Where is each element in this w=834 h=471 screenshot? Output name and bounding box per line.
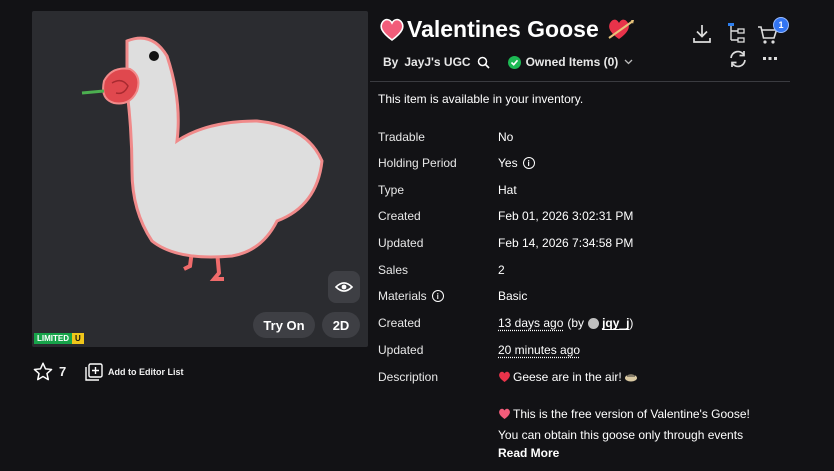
info-icon[interactable]: i <box>431 290 444 302</box>
heart-icon <box>499 371 510 382</box>
try-on-button[interactable]: Try On <box>253 312 315 338</box>
star-icon <box>33 362 53 381</box>
search-icon[interactable] <box>477 56 490 69</box>
read-more-button[interactable]: Read More <box>498 446 559 460</box>
description-line-1: Geese are in the air! <box>498 370 798 384</box>
favorite-count: 7 <box>59 364 67 379</box>
asset-updated-label: Updated <box>378 343 424 357</box>
heart-icon <box>499 408 510 419</box>
updated-value: Feb 14, 2026 7:34:58 PM <box>498 236 634 250</box>
info-icon[interactable]: i <box>522 157 535 169</box>
cart-count-badge: 1 <box>773 17 789 33</box>
eye-icon <box>335 282 353 292</box>
add-list-icon <box>85 363 103 381</box>
item-3d-viewer[interactable]: Try On 2D LIMITED U <box>32 11 368 347</box>
by-close-paren: ) <box>629 316 634 330</box>
add-to-editor-list-button[interactable]: Add to Editor List <box>85 363 184 381</box>
availability-message: This item is available in your inventory… <box>378 92 584 106</box>
type-label: Type <box>378 183 405 197</box>
created-label: Created <box>378 209 421 223</box>
type-value: Hat <box>498 183 517 197</box>
updated-label: Updated <box>378 236 424 250</box>
add-to-editor-list-label: Add to Editor List <box>108 367 184 377</box>
detail-row-asset-updated: Updated 20 minutes ago <box>378 342 580 358</box>
more-options-icon[interactable] <box>762 56 778 62</box>
detail-row-updated: Updated Feb 14, 2026 7:34:58 PM <box>378 235 633 251</box>
detail-row-description: Description <box>378 369 498 385</box>
owned-items-dropdown[interactable]: Owned Items (0) <box>507 55 634 69</box>
item-byline: By JayJ's UGC Owned Items (0) <box>383 55 633 69</box>
unique-label: U <box>72 333 84 344</box>
materials-label: Materials <box>378 289 427 303</box>
sales-value: 2 <box>498 263 505 277</box>
item-title: Valentines Goose <box>379 16 635 43</box>
description-text-3: You can obtain this goose only through e… <box>498 428 744 442</box>
view-toggle-button[interactable] <box>328 271 360 303</box>
created-value: Feb 01, 2026 3:02:31 PM <box>498 209 634 223</box>
heart-with-arrow-icon <box>608 19 634 39</box>
avatar <box>588 317 600 329</box>
2d-view-button[interactable]: 2D <box>322 312 360 338</box>
description-text-1: Geese are in the air! <box>513 370 622 384</box>
sales-label: Sales <box>378 263 409 277</box>
chevron-down-icon <box>624 59 633 65</box>
limited-label: LIMITED <box>34 333 72 344</box>
refresh-icon[interactable] <box>728 49 748 69</box>
holding-period-value: Yes <box>498 156 518 170</box>
item-title-text: Valentines Goose <box>407 16 599 42</box>
asset-created-value[interactable]: 13 days ago <box>498 316 563 330</box>
asset-updated-value[interactable]: 20 minutes ago <box>498 342 580 358</box>
goose-thumbnail-image <box>81 36 324 281</box>
header-divider <box>370 81 790 82</box>
description-text-2: This is the free version of Valentine's … <box>513 407 750 421</box>
hierarchy-icon[interactable] <box>727 22 745 44</box>
creator-link[interactable]: JayJ's UGC <box>404 55 470 69</box>
tradable-value: No <box>498 130 514 144</box>
check-icon <box>507 55 521 69</box>
detail-row-sales: Sales 2 <box>378 262 505 278</box>
by-open-paren: (by <box>567 316 585 330</box>
materials-value: Basic <box>498 289 528 303</box>
description-line-2: This is the free version of Valentine's … <box>498 407 798 421</box>
description-label: Description <box>378 370 439 384</box>
tradable-label: Tradable <box>378 130 425 144</box>
detail-row-holding-period: Holding Period Yes i <box>378 155 535 171</box>
pink-heart-icon <box>380 18 404 41</box>
favorite-button[interactable]: 7 <box>33 362 66 381</box>
by-prefix: By <box>383 55 399 69</box>
detail-row-materials: Materials i Basic <box>378 288 527 304</box>
detail-row-asset-created: Created 13 days ago (by jqy_j ) <box>378 315 633 331</box>
owned-items-label: Owned Items (0) <box>525 55 619 69</box>
detail-row-created: Created Feb 01, 2026 3:02:31 PM <box>378 208 633 224</box>
goose-emoji-icon <box>624 374 637 382</box>
limited-unique-badge: LIMITED U <box>34 333 84 344</box>
detail-row-type: Type Hat <box>378 182 517 198</box>
download-icon[interactable] <box>692 23 712 45</box>
asset-created-label: Created <box>378 316 421 330</box>
asset-creator-link[interactable]: jqy_j <box>602 316 629 330</box>
detail-row-tradable: Tradable No <box>378 129 513 145</box>
holding-period-label: Holding Period <box>378 156 457 170</box>
